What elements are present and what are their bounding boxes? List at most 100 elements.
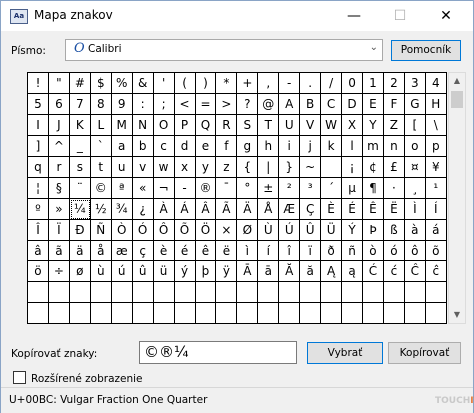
- char-cell[interactable]: h: [258, 135, 280, 157]
- char-cell[interactable]: [404, 282, 426, 304]
- char-cell[interactable]: õ: [425, 240, 447, 262]
- grid-scrollbar[interactable]: ▲ ▼: [448, 72, 466, 324]
- char-cell[interactable]: [69, 303, 91, 325]
- char-cell[interactable]: ä: [69, 240, 91, 262]
- char-cell[interactable]: Å: [258, 198, 280, 220]
- char-cell[interactable]: Ô: [153, 219, 175, 241]
- char-cell[interactable]: (: [174, 73, 196, 94]
- char-cell[interactable]: Q: [195, 114, 217, 136]
- char-cell[interactable]: [237, 303, 259, 325]
- font-dropdown[interactable]: O Calibri ⌄: [65, 39, 383, 61]
- char-cell[interactable]: [216, 282, 238, 304]
- char-cell[interactable]: ê: [195, 240, 217, 262]
- char-cell[interactable]: [48, 303, 70, 325]
- char-cell[interactable]: [363, 303, 384, 325]
- char-cell[interactable]: >: [216, 93, 238, 115]
- char-cell[interactable]: ú: [111, 261, 133, 283]
- char-cell[interactable]: ó: [383, 240, 405, 262]
- char-cell[interactable]: t: [90, 156, 112, 178]
- char-cell[interactable]: ß: [383, 219, 405, 241]
- char-cell[interactable]: ¯: [216, 177, 238, 199]
- char-cell[interactable]: [216, 303, 238, 325]
- char-cell[interactable]: Ā: [237, 261, 259, 283]
- char-cell[interactable]: [111, 303, 133, 325]
- char-cell[interactable]: à: [404, 219, 426, 241]
- char-cell[interactable]: Ë: [383, 198, 405, 220]
- char-cell[interactable]: x: [174, 156, 196, 178]
- char-cell[interactable]: â: [28, 240, 49, 262]
- char-cell[interactable]: º: [28, 198, 49, 220]
- char-cell[interactable]: Ó: [132, 219, 154, 241]
- char-cell[interactable]: :: [132, 93, 154, 115]
- char-cell[interactable]: ö: [28, 261, 49, 283]
- char-cell[interactable]: ³: [300, 177, 322, 199]
- char-cell[interactable]: Ć: [363, 261, 384, 283]
- char-cell[interactable]: s: [69, 156, 91, 178]
- char-cell[interactable]: [321, 303, 343, 325]
- char-cell[interactable]: ć: [383, 261, 405, 283]
- char-cell[interactable]: Ê: [363, 198, 384, 220]
- char-cell[interactable]: è: [153, 240, 175, 262]
- char-cell[interactable]: u: [111, 156, 133, 178]
- char-cell[interactable]: S: [237, 114, 259, 136]
- char-cell[interactable]: =: [195, 93, 217, 115]
- char-cell[interactable]: <: [174, 93, 196, 115]
- char-cell[interactable]: ¹: [425, 177, 447, 199]
- char-cell[interactable]: I: [28, 114, 49, 136]
- char-cell[interactable]: [174, 303, 196, 325]
- char-cell[interactable]: Û: [300, 219, 322, 241]
- char-cell[interactable]: û: [132, 261, 154, 283]
- char-cell[interactable]: |: [258, 156, 280, 178]
- char-cell[interactable]: [195, 303, 217, 325]
- char-cell[interactable]: ª: [111, 177, 133, 199]
- char-cell[interactable]: æ: [111, 240, 133, 262]
- char-cell[interactable]: [258, 282, 280, 304]
- char-cell[interactable]: z: [216, 156, 238, 178]
- char-cell[interactable]: ñ: [342, 240, 363, 262]
- char-cell[interactable]: -: [174, 177, 196, 199]
- char-cell[interactable]: ā: [258, 261, 280, 283]
- char-cell[interactable]: Ò: [111, 219, 133, 241]
- select-button[interactable]: Vybrať: [307, 342, 383, 364]
- char-cell[interactable]: ã: [48, 240, 70, 262]
- char-cell[interactable]: ,: [258, 73, 280, 94]
- char-cell[interactable]: P: [174, 114, 196, 136]
- char-cell[interactable]: W: [321, 114, 343, 136]
- char-cell[interactable]: 3: [404, 73, 426, 94]
- char-cell[interactable]: [425, 282, 447, 304]
- char-cell[interactable]: Î: [28, 219, 49, 241]
- char-cell[interactable]: 1: [363, 73, 384, 94]
- advanced-view-checkbox[interactable]: Rozšírené zobrazenie: [13, 371, 143, 385]
- char-cell[interactable]: §: [48, 177, 70, 199]
- char-cell[interactable]: ?: [237, 93, 259, 115]
- char-cell[interactable]: Ð: [69, 219, 91, 241]
- char-cell[interactable]: È: [321, 198, 343, 220]
- char-cell[interactable]: o: [404, 135, 426, 157]
- char-cell[interactable]: [279, 282, 301, 304]
- char-cell[interactable]: [28, 303, 49, 325]
- char-cell[interactable]: Ý: [342, 219, 363, 241]
- char-cell[interactable]: $: [90, 73, 112, 94]
- char-cell[interactable]: R: [216, 114, 238, 136]
- char-cell[interactable]: ¥: [425, 156, 447, 178]
- char-cell[interactable]: !: [28, 73, 49, 94]
- char-cell[interactable]: Z: [383, 114, 405, 136]
- char-cell[interactable]: [153, 282, 175, 304]
- char-cell[interactable]: V: [300, 114, 322, 136]
- char-cell[interactable]: k: [321, 135, 343, 157]
- char-cell[interactable]: Ø: [237, 219, 259, 241]
- char-cell[interactable]: ¼: [69, 198, 91, 220]
- char-cell[interactable]: [300, 282, 322, 304]
- char-cell[interactable]: ²: [279, 177, 301, 199]
- char-cell[interactable]: [300, 303, 322, 325]
- char-cell[interactable]: g: [237, 135, 259, 157]
- char-cell[interactable]: µ: [342, 177, 363, 199]
- char-cell[interactable]: Ĉ: [404, 261, 426, 283]
- char-cell[interactable]: [383, 303, 405, 325]
- char-cell[interactable]: ¸: [404, 177, 426, 199]
- char-cell[interactable]: F: [383, 93, 405, 115]
- char-cell[interactable]: Ă: [279, 261, 301, 283]
- char-cell[interactable]: ¶: [363, 177, 384, 199]
- char-cell[interactable]: ĉ: [425, 261, 447, 283]
- char-cell[interactable]: 8: [90, 93, 112, 115]
